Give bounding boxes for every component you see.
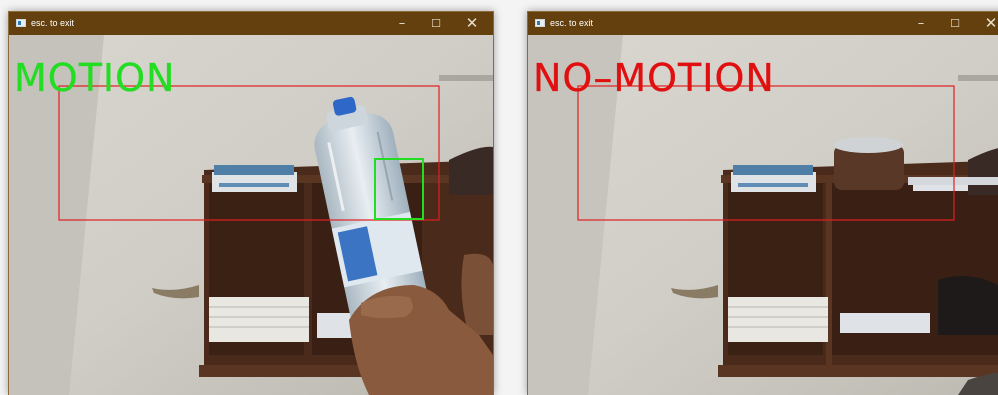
motion-window: esc. to exit – ☐ ✕ MOTION [8, 11, 494, 395]
no-motion-status-label: NO–MOTION [533, 56, 775, 100]
title-bar[interactable]: esc. to exit – ☐ ✕ [528, 12, 998, 35]
window-title: esc. to exit [550, 18, 594, 28]
minimize-button[interactable]: – [904, 12, 938, 35]
maximize-button[interactable]: ☐ [419, 12, 453, 35]
maximize-button[interactable]: ☐ [938, 12, 972, 35]
motion-status-label: MOTION [14, 56, 176, 100]
no-motion-window: esc. to exit – ☐ ✕ NO–MOTION [527, 11, 998, 395]
camera-frame: NO–MOTION [528, 35, 998, 395]
close-button[interactable]: ✕ [974, 12, 998, 35]
app-icon [16, 19, 26, 27]
camera-frame: MOTION [9, 35, 493, 395]
close-button[interactable]: ✕ [455, 12, 489, 35]
app-icon [535, 19, 545, 27]
minimize-button[interactable]: – [385, 12, 419, 35]
title-bar[interactable]: esc. to exit – ☐ ✕ [9, 12, 493, 35]
window-title: esc. to exit [31, 18, 75, 28]
